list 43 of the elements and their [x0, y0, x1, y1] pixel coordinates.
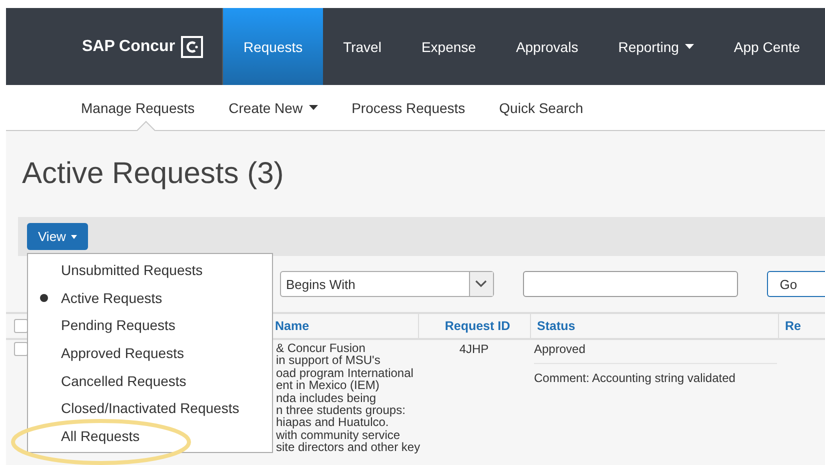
go-button[interactable]: Go: [766, 271, 825, 297]
column-header[interactable]: Name: [275, 319, 310, 333]
nav-tab[interactable]: Expense: [401, 8, 496, 85]
name-text-line: & Concur Fusion: [276, 342, 366, 354]
menu-item[interactable]: Pending Requests: [28, 311, 272, 340]
name-text-line: hiapas and Huatulco.: [276, 416, 389, 429]
operator-select[interactable]: Begins With: [280, 271, 494, 297]
column-header[interactable]: Status: [537, 319, 576, 333]
name-text-line: ent in Mexico (IEM): [276, 379, 380, 392]
menu-item[interactable]: Cancelled Requests: [28, 366, 272, 394]
chevron-icon: [475, 280, 488, 288]
column-header[interactable]: Re: [785, 319, 801, 333]
table-cell-text: Approved: [534, 342, 586, 356]
checkbox[interactable]: [14, 342, 28, 356]
nav-tab[interactable]: Approvals: [496, 8, 598, 85]
menu-item[interactable]: Approved Requests: [28, 339, 272, 367]
view-button[interactable]: View: [27, 223, 88, 250]
page-title: Active Requests (3): [21, 156, 285, 192]
checkbox[interactable]: [14, 319, 28, 333]
nav-tab[interactable]: App Cente: [714, 8, 820, 85]
nav-tab[interactable]: Travel: [323, 8, 402, 85]
column-header[interactable]: Request ID: [444, 319, 510, 333]
search-field[interactable]: [522, 271, 738, 297]
nav-tab[interactable]: Reporting: [598, 8, 714, 85]
name-text-line: nda includes being: [276, 392, 376, 404]
logo-text: SAP Concur: [82, 38, 176, 56]
name-text-line: in support of MSU's: [276, 354, 380, 367]
subnav-tab[interactable]: Process Requests: [334, 85, 482, 130]
name-text-line: n three students groups:: [276, 404, 406, 416]
menu-item[interactable]: Unsubmitted Requests: [28, 256, 272, 284]
menu-item[interactable]: Active Requests: [28, 284, 272, 312]
menu-item[interactable]: All Requests: [28, 422, 272, 450]
name-text-line: oad program International: [276, 366, 414, 380]
menu-item[interactable]: Closed/Inactivated Requests: [28, 394, 272, 422]
name-text-line: site directors and other key: [276, 441, 420, 454]
table-cell: 4JHP: [459, 342, 489, 356]
logo-icon: [181, 36, 204, 58]
subnav-tab[interactable]: Quick Search: [482, 85, 600, 130]
comment-text: Comment: Accounting string validated: [534, 371, 736, 385]
subnav-tab[interactable]: Create New: [212, 85, 335, 130]
caret-icon: [70, 234, 77, 238]
name-text-line: with community service: [276, 428, 400, 442]
nav-tab[interactable]: Requests: [222, 8, 324, 85]
